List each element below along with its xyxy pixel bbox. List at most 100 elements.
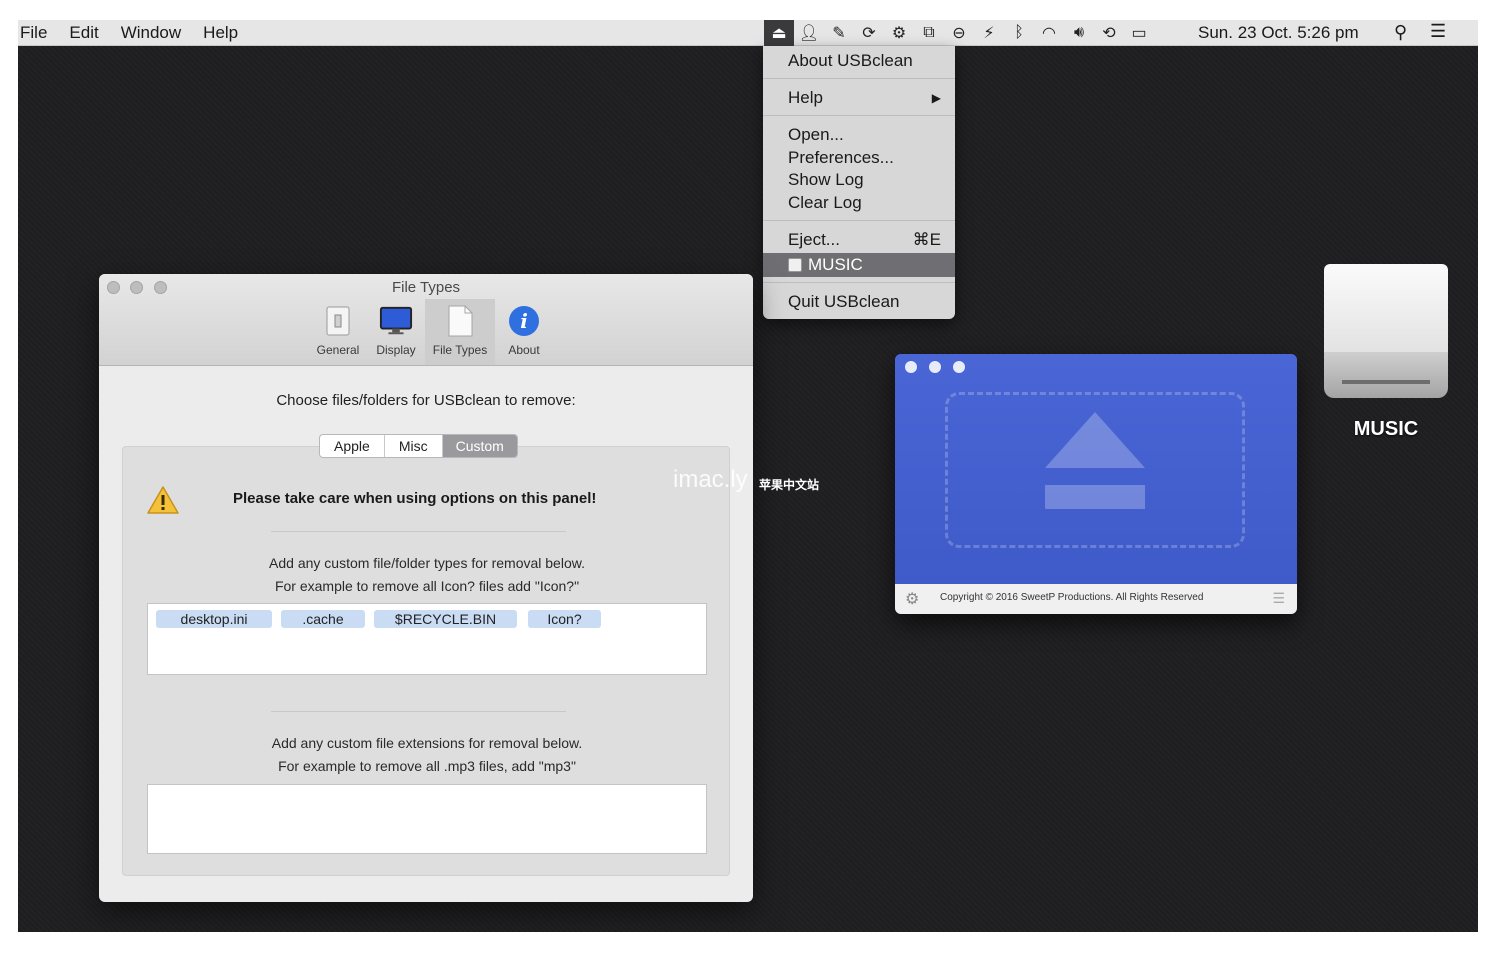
- segment-misc[interactable]: Misc: [385, 435, 443, 457]
- menu-separator: [763, 282, 955, 283]
- submenu-arrow-icon: ▶: [931, 91, 941, 105]
- custom-panel: Please take care when using options on t…: [122, 446, 730, 876]
- window-footer: ⚙ Copyright © 2016 SweetP Productions. A…: [895, 584, 1297, 614]
- menu-item-about[interactable]: About USBclean: [763, 50, 955, 72]
- usbclean-menu: About USBclean Help ▶ Open... Preferences…: [763, 46, 955, 319]
- zoom-button[interactable]: [953, 361, 965, 373]
- watermark-logo: imac.ly: [673, 466, 748, 493]
- menu-item-label: Preferences...: [788, 148, 894, 167]
- log-list-icon[interactable]: ☰: [1272, 590, 1285, 607]
- copyright-text: Copyright © 2016 SweetP Productions. All…: [940, 592, 1204, 603]
- token[interactable]: $RECYCLE.BIN: [374, 610, 517, 628]
- warning-text: Please take care when using options on t…: [233, 490, 597, 507]
- preferences-window: File Types General Display File Types i …: [99, 274, 753, 902]
- menu-item-label: Show Log: [788, 170, 864, 189]
- drive-body: [1324, 264, 1448, 354]
- info-icon: i: [507, 304, 541, 338]
- drive-base: [1324, 352, 1448, 398]
- eject-icon: [1045, 412, 1145, 468]
- usbclean-window: ⚙ Copyright © 2016 SweetP Productions. A…: [895, 354, 1297, 614]
- gear-icon[interactable]: ⚙: [905, 589, 919, 609]
- menu-item-label: About USBclean: [788, 51, 913, 70]
- sync-icon[interactable]: ⟳: [854, 20, 884, 46]
- monitor-icon: [379, 304, 413, 338]
- menu-item-preferences[interactable]: Preferences...: [763, 147, 955, 169]
- menu-file[interactable]: File: [20, 23, 47, 43]
- notification-center-icon[interactable]: ☰: [1430, 21, 1446, 42]
- token[interactable]: desktop.ini: [156, 610, 272, 628]
- feather-icon[interactable]: ✎: [824, 20, 854, 46]
- menu-separator: [763, 115, 955, 116]
- menu-edit[interactable]: Edit: [69, 23, 98, 43]
- menu-item-label: Quit USBclean: [788, 292, 900, 311]
- volume-icon[interactable]: 🔊︎: [1064, 20, 1094, 46]
- eject-bar: [1045, 485, 1145, 509]
- menu-item-label: Clear Log: [788, 193, 862, 212]
- switch-icon: [321, 304, 355, 338]
- tab-label: General: [316, 343, 360, 357]
- tab-about[interactable]: i About: [495, 299, 553, 365]
- menu-item-help[interactable]: Help ▶: [763, 87, 955, 109]
- menu-item-label: Eject...: [788, 230, 840, 249]
- divider: [271, 711, 566, 712]
- folder-types-example: For example to remove all Icon? files ad…: [274, 578, 580, 594]
- drive-label[interactable]: MUSIC: [1324, 418, 1448, 441]
- menu-item-quit[interactable]: Quit USBclean: [763, 291, 955, 313]
- menu-item-label: Help: [788, 88, 823, 107]
- bluetooth-icon[interactable]: ᛒ: [1004, 20, 1034, 46]
- menu-bar: File Edit Window Help ⏏ 👤︎ ✎ ⟳ ⚙ ⧉ ⊖ ⚡︎ …: [18, 20, 1478, 46]
- menu-item-clear-log[interactable]: Clear Log: [763, 192, 955, 214]
- menu-clock[interactable]: Sun. 23 Oct. 5:26 pm: [1198, 23, 1359, 43]
- token[interactable]: .cache: [281, 610, 365, 628]
- wifi-icon[interactable]: ◠: [1034, 20, 1064, 46]
- minus-circle-icon[interactable]: ⊖: [944, 20, 974, 46]
- extensions-example: For example to remove all .mp3 files, ad…: [278, 758, 576, 774]
- watermark: imac.ly 苹果中文站: [673, 466, 819, 494]
- menu-window[interactable]: Window: [121, 23, 181, 43]
- warning-icon: [146, 485, 179, 515]
- gear-icon[interactable]: ⚙: [884, 20, 914, 46]
- eject-icon[interactable]: ⏏: [764, 20, 794, 46]
- segment-apple[interactable]: Apple: [320, 435, 385, 457]
- window-titlebar: File Types General Display File Types i …: [99, 274, 753, 366]
- spotlight-search-icon[interactable]: ⚲: [1394, 22, 1407, 43]
- segment-custom[interactable]: Custom: [442, 435, 517, 457]
- prefs-body: Choose files/folders for USBclean to rem…: [99, 366, 753, 902]
- tab-label: Display: [376, 343, 416, 357]
- menu-item-open[interactable]: Open...: [763, 124, 955, 146]
- menu-item-label: Open...: [788, 125, 844, 144]
- external-drive-icon[interactable]: [1324, 264, 1448, 398]
- user-icon[interactable]: 👤︎: [794, 20, 824, 46]
- token[interactable]: Icon?: [528, 610, 601, 628]
- airplay-icon[interactable]: ▭: [1124, 20, 1154, 46]
- minimize-button[interactable]: [929, 361, 941, 373]
- svg-text:i: i: [520, 309, 528, 333]
- shortcut-label: ⌘E: [912, 230, 941, 249]
- menu-item-eject[interactable]: Eject... ⌘E: [763, 229, 955, 251]
- menu-separator: [763, 78, 955, 79]
- menu-item-drive-music[interactable]: MUSIC: [763, 253, 955, 277]
- choose-instructions: Choose files/folders for USBclean to rem…: [276, 392, 576, 409]
- tab-label: File Types: [432, 343, 488, 357]
- capture-icon[interactable]: ⧉: [914, 20, 944, 46]
- tab-label: About: [508, 343, 540, 357]
- extensions-token-field[interactable]: [147, 784, 707, 854]
- close-button[interactable]: [905, 361, 917, 373]
- desktop: File Edit Window Help ⏏ 👤︎ ✎ ⟳ ⚙ ⧉ ⊖ ⚡︎ …: [18, 20, 1478, 932]
- tab-display[interactable]: Display: [367, 299, 425, 365]
- tab-general[interactable]: General: [309, 299, 367, 365]
- window-title: File Types: [391, 279, 461, 296]
- menu-item-label: MUSIC: [808, 255, 863, 274]
- folder-types-token-field[interactable]: desktop.ini .cache $RECYCLE.BIN Icon?: [147, 603, 707, 675]
- tab-file-types[interactable]: File Types: [425, 299, 495, 365]
- extensions-description: Add any custom file extensions for remov…: [271, 735, 583, 751]
- menu-help[interactable]: Help: [203, 23, 238, 43]
- document-icon: [443, 304, 477, 338]
- time-machine-icon[interactable]: ⟲: [1094, 20, 1124, 46]
- menu-separator: [763, 220, 955, 221]
- bolt-icon[interactable]: ⚡︎: [974, 20, 1004, 46]
- menu-item-show-log[interactable]: Show Log: [763, 169, 955, 191]
- category-segmented-control: Apple Misc Custom: [319, 434, 518, 458]
- drop-area[interactable]: [895, 354, 1297, 584]
- watermark-subtitle: 苹果中文站: [759, 478, 820, 492]
